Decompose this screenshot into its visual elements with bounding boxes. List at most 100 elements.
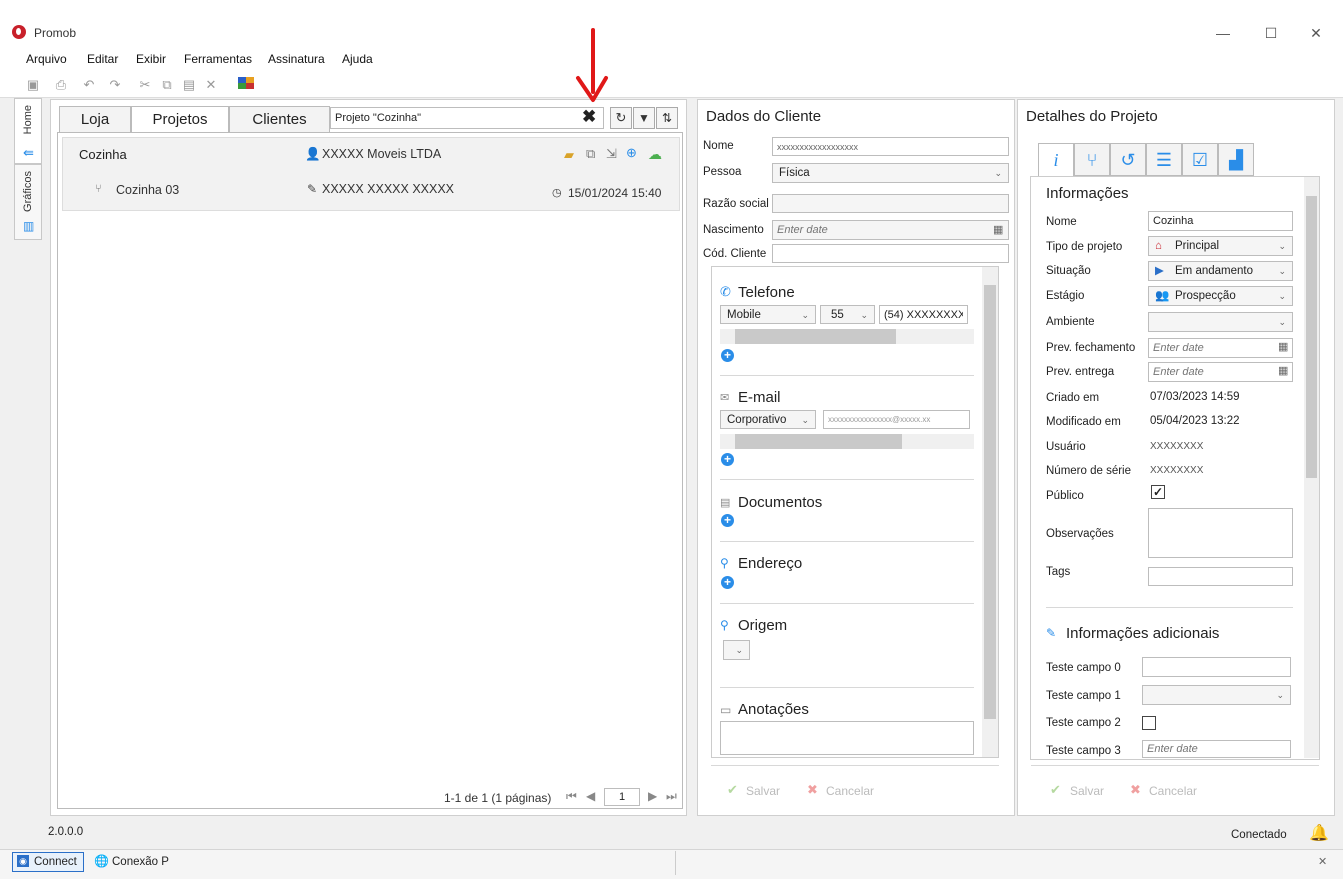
client-cancel-button[interactable]: Cancelar	[826, 784, 874, 798]
tab-home[interactable]: Home ⇚	[14, 98, 42, 164]
project-name-input[interactable]	[1148, 211, 1293, 231]
color-scheme-icon[interactable]	[238, 77, 258, 90]
campo0-label: Teste campo 0	[1046, 662, 1121, 674]
menu-editar[interactable]: Editar	[87, 52, 118, 66]
add-phone-button[interactable]: +	[721, 349, 734, 362]
tab-tasks-icon[interactable]: ☑	[1182, 143, 1218, 176]
status-close-icon[interactable]: ✕	[1318, 855, 1327, 868]
last-page-icon[interactable]: ⏭	[666, 789, 677, 804]
client-name-input[interactable]	[772, 137, 1009, 156]
campo0-input[interactable]	[1142, 657, 1291, 677]
redo-icon[interactable]: ↷	[106, 77, 124, 93]
phone-hscroll-thumb[interactable]	[735, 329, 896, 344]
phone-number-input[interactable]	[879, 305, 968, 324]
calendar-icon[interactable]: ▦	[1278, 364, 1288, 377]
menu-exibir[interactable]: Exibir	[136, 52, 166, 66]
client-scroll-thumb[interactable]	[984, 285, 996, 719]
clear-search-icon[interactable]: ✖	[582, 107, 596, 127]
refresh-icon[interactable]: ↻	[610, 107, 632, 129]
export-icon[interactable]: ⇲	[606, 146, 617, 162]
nascimento-input[interactable]	[772, 220, 1009, 240]
save-icon[interactable]: ▣	[24, 77, 42, 93]
first-page-icon[interactable]: ⏮	[566, 789, 577, 804]
menu-assinatura[interactable]: Assinatura	[268, 52, 325, 66]
add-document-button[interactable]: +	[721, 514, 734, 527]
bell-icon[interactable]: 🔔	[1309, 823, 1329, 843]
situacao-label: Situação	[1046, 265, 1091, 277]
maximize-button[interactable]: ☐	[1251, 22, 1291, 44]
project-save-button[interactable]: Salvar	[1070, 784, 1104, 798]
phone-ddi-select[interactable]: 55 ⌄	[820, 305, 875, 324]
delete-icon[interactable]: ✕	[202, 77, 220, 93]
cod-cliente-input[interactable]	[772, 244, 1009, 263]
campo2-checkbox[interactable]	[1142, 716, 1156, 730]
cut-icon[interactable]: ✂	[136, 77, 154, 93]
observacoes-label: Observações	[1046, 528, 1114, 540]
project-owner: XXXXX Moveis LTDA	[322, 147, 442, 161]
undo-icon[interactable]: ↶	[80, 77, 98, 93]
observacoes-textarea[interactable]	[1148, 508, 1293, 558]
minimize-button[interactable]: —	[1203, 22, 1243, 44]
print-icon[interactable]: ⎙	[52, 77, 70, 93]
estagio-select[interactable]: 👥 Prospecção ⌄	[1148, 286, 1293, 306]
tab-hierarchy-icon[interactable]: ⑂	[1074, 143, 1110, 176]
tab-projetos[interactable]: Projetos	[131, 106, 229, 133]
details-scroll-thumb[interactable]	[1306, 196, 1317, 478]
pessoa-select[interactable]: Física ⌄	[772, 163, 1009, 183]
app-title: Promob	[34, 26, 77, 40]
cod-cliente-label: Cód. Cliente	[703, 248, 767, 260]
project-cancel-button[interactable]: Cancelar	[1149, 784, 1197, 798]
page-input[interactable]	[604, 788, 640, 806]
tab-history-icon[interactable]: ↺	[1110, 143, 1146, 176]
email-hscroll-thumb[interactable]	[735, 434, 902, 449]
criado-label: Criado em	[1046, 392, 1100, 404]
folder-icon[interactable]: ▰	[564, 147, 574, 163]
tab-clientes[interactable]: Clientes	[229, 106, 330, 132]
tab-loja[interactable]: Loja	[59, 106, 131, 132]
annotation-arrow-icon	[576, 28, 608, 102]
situacao-select[interactable]: ▶ Em andamento ⌄	[1148, 261, 1293, 281]
copy-icon[interactable]: ⧉	[158, 77, 176, 93]
phone-type-select[interactable]: Mobile ⌄	[720, 305, 816, 324]
prev-entrega-input[interactable]	[1148, 362, 1293, 382]
calendar-icon[interactable]: ▦	[993, 223, 1003, 236]
connect-button[interactable]: ◉ Connect	[12, 852, 84, 872]
modificado-value: 05/04/2023 13:22	[1150, 415, 1240, 427]
tags-label: Tags	[1046, 566, 1071, 578]
tab-checklist-icon[interactable]: ☰	[1146, 143, 1182, 176]
filter-icon[interactable]: ▼	[633, 107, 655, 129]
tab-chart-icon[interactable]: ▟	[1218, 143, 1254, 176]
sort-icon[interactable]: ⇅	[656, 107, 678, 129]
tipo-select[interactable]: ⌂ Principal ⌄	[1148, 236, 1293, 256]
add-subproject-icon[interactable]: ⊕	[626, 145, 637, 161]
email-type-select[interactable]: Corporativo ⌄	[720, 410, 816, 429]
prev-page-icon[interactable]: ◀	[586, 789, 595, 803]
tab-graficos[interactable]: Gráficos ▥	[14, 164, 42, 240]
subproject-owner: XXXXX XXXXX XXXXX	[322, 182, 455, 196]
razao-input[interactable]	[772, 194, 1009, 213]
menu-arquivo[interactable]: Arquivo	[26, 52, 67, 66]
copy-project-icon[interactable]: ⧉	[586, 146, 595, 162]
close-button[interactable]: ✕	[1296, 22, 1336, 44]
email-input[interactable]	[823, 410, 970, 429]
publico-checkbox[interactable]: ✓	[1151, 485, 1165, 499]
paste-icon[interactable]: ▤	[180, 77, 198, 93]
client-save-button[interactable]: Salvar	[746, 784, 780, 798]
calendar-icon[interactable]: ▦	[1278, 340, 1288, 353]
add-address-button[interactable]: +	[721, 576, 734, 589]
anotacoes-textarea[interactable]	[720, 721, 974, 755]
origem-select[interactable]: ⌄	[723, 640, 750, 660]
campo3-input[interactable]	[1142, 740, 1291, 758]
tags-input[interactable]	[1148, 567, 1293, 586]
add-email-button[interactable]: +	[721, 453, 734, 466]
menu-ferramentas[interactable]: Ferramentas	[184, 52, 252, 66]
menu-ajuda[interactable]: Ajuda	[342, 52, 373, 66]
cloud-icon[interactable]: ☁	[648, 146, 662, 163]
conexao-label[interactable]: Conexão P	[112, 856, 169, 868]
tab-info-icon[interactable]: i	[1038, 143, 1074, 177]
next-page-icon[interactable]: ▶	[648, 789, 657, 803]
campo1-select[interactable]: ⌄	[1142, 685, 1291, 705]
search-input[interactable]	[330, 107, 604, 129]
ambiente-select[interactable]: ⌄	[1148, 312, 1293, 332]
prev-fechamento-input[interactable]	[1148, 338, 1293, 358]
